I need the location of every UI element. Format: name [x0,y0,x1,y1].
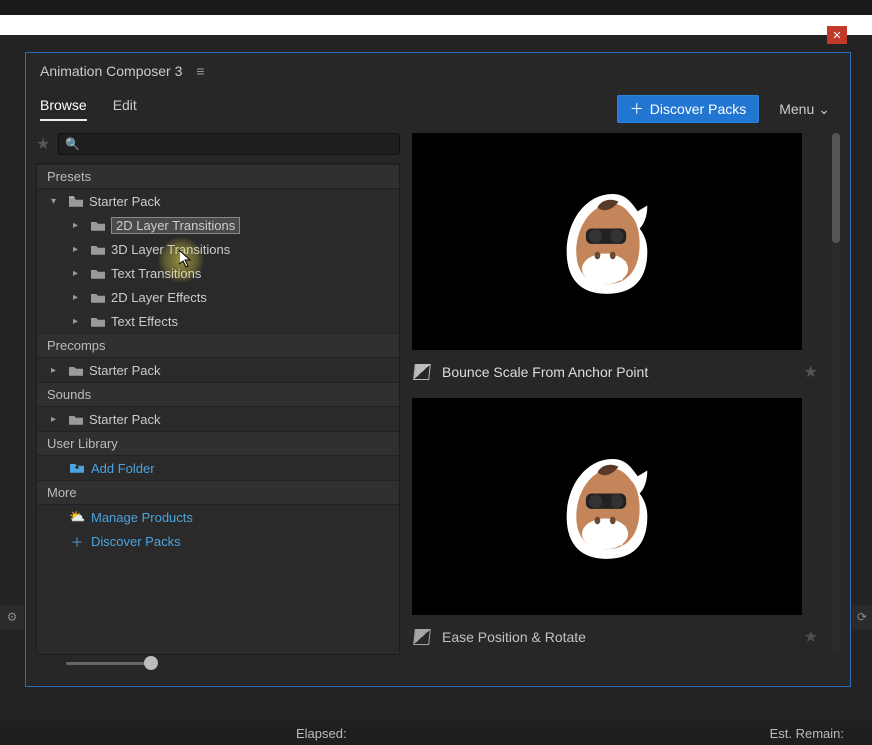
chevron-right-icon: ▸ [73,244,85,255]
tree-item-starter-pack-presets[interactable]: ▾ Starter Pack [37,189,399,213]
tree-label: Manage Products [91,510,193,525]
tree-label: 2D Layer Transitions [111,217,240,234]
plus-icon: ＋ [69,532,85,551]
discover-packs-label: Discover Packs [650,101,746,117]
status-remain-label: Est. Remain: [770,726,844,741]
search-input[interactable] [84,137,393,152]
tree-item-text-effects[interactable]: ▸ Text Effects [37,309,399,333]
tab-browse[interactable]: Browse [40,97,87,121]
gear-icon[interactable]: ⚙ [7,610,18,624]
section-sounds: Sounds [37,382,399,407]
scrollbar[interactable] [832,133,840,655]
preset-title: Ease Position & Rotate [442,629,792,645]
discover-packs-button[interactable]: ＋ Discover Packs [617,95,759,123]
thumbnail-size-slider[interactable] [66,654,176,672]
folder-icon [91,268,105,279]
scrollbar-thumb[interactable] [832,133,840,243]
close-button[interactable]: ✕ [827,26,847,44]
animation-composer-panel: Animation Composer 3 ≡ Browse Edit ＋ Dis… [25,52,851,687]
search-box[interactable]: 🔍 [58,133,400,155]
horse-mascot-icon [559,188,655,296]
chevron-right-icon: ▸ [73,292,85,303]
chevron-right-icon: ▸ [51,365,63,376]
status-elapsed-label: Elapsed: [296,726,347,741]
plus-icon: ＋ [630,99,644,119]
tree-item-3d-layer-transitions[interactable]: ▸ 3D Layer Transitions [37,237,399,261]
folder-icon [91,244,105,255]
tree-label: Discover Packs [91,534,181,549]
section-more: More [37,480,399,505]
app-menu-icon[interactable]: ≡ [196,63,204,79]
close-icon: ✕ [832,29,841,42]
tree-item-add-folder[interactable]: Add Folder [37,456,399,480]
tab-edit[interactable]: Edit [113,97,137,121]
tree-label: Starter Pack [89,412,161,427]
favorite-star[interactable]: ★ [804,362,818,382]
menu-label: Menu [779,101,814,117]
left-tool-strip: ⚙ [0,605,24,629]
status-bar: Elapsed: Est. Remain: [0,721,872,745]
tree-label: Text Transitions [111,266,201,281]
section-presets: Presets [37,164,399,189]
tree-label: 3D Layer Transitions [111,242,230,257]
search-icon: 🔍 [65,137,80,151]
favorites-filter-star[interactable]: ★ [36,134,50,154]
library-tree: Presets ▾ Starter Pack ▸ 2D Layer Transi… [36,163,400,655]
preset-title: Bounce Scale From Anchor Point [442,364,792,380]
tree-item-starter-pack-sounds[interactable]: ▸ Starter Pack [37,407,399,431]
right-tool-strip: ⟳ [852,605,872,629]
tree-item-manage-products[interactable]: ⛅ Manage Products [37,505,399,529]
preset-grid: Bounce Scale From Anchor Point ★ [410,133,828,655]
cloud-download-icon: ⛅ [69,509,85,525]
chevron-down-icon: ▾ [51,196,63,207]
tree-label: 2D Layer Effects [111,290,207,305]
preset-preview[interactable] [412,398,802,615]
folder-icon [91,292,105,303]
section-user-library: User Library [37,431,399,456]
app-title: Animation Composer 3 [40,63,182,79]
menu-dropdown[interactable]: Menu ⌄ [771,98,838,121]
tree-label: Text Effects [111,314,178,329]
tree-item-2d-layer-transitions[interactable]: ▸ 2D Layer Transitions [37,213,399,237]
tree-label: Starter Pack [89,363,161,378]
favorite-star[interactable]: ★ [804,627,818,647]
slider-knob[interactable] [144,656,158,670]
preset-type-icon [413,364,431,380]
tree-label: Starter Pack [89,194,161,209]
folder-icon [69,365,83,376]
chevron-down-icon: ⌄ [818,101,830,118]
folder-icon [69,414,83,425]
tree-item-discover-packs[interactable]: ＋ Discover Packs [37,529,399,553]
tree-item-text-transitions[interactable]: ▸ Text Transitions [37,261,399,285]
chevron-right-icon: ▸ [51,414,63,425]
chevron-right-icon: ▸ [73,220,85,231]
preset-type-icon [413,629,431,645]
refresh-icon[interactable]: ⟳ [857,610,867,624]
slider-track [66,662,156,665]
tree-item-2d-layer-effects[interactable]: ▸ 2D Layer Effects [37,285,399,309]
tree-item-starter-pack-precomps[interactable]: ▸ Starter Pack [37,358,399,382]
folder-icon [91,220,105,231]
horse-mascot-icon [559,453,655,561]
chevron-right-icon: ▸ [73,316,85,327]
tree-label: Add Folder [91,461,155,476]
section-precomps: Precomps [37,333,399,358]
chevron-right-icon: ▸ [73,268,85,279]
folder-icon [91,316,105,327]
folder-icon [69,196,83,207]
add-folder-icon [69,461,85,476]
preset-preview[interactable] [412,133,802,350]
